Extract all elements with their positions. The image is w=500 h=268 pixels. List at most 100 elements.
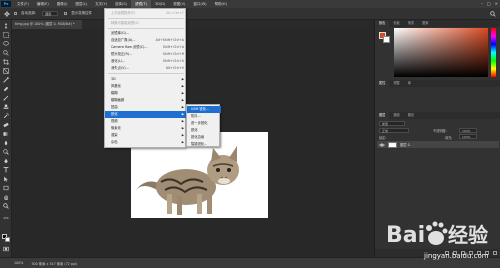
- crop-tool-icon[interactable]: [3, 59, 9, 65]
- tab-gradients[interactable]: 渐变: [404, 20, 418, 27]
- hand-tool-icon[interactable]: [3, 194, 9, 200]
- dodge-tool-icon[interactable]: [3, 149, 9, 155]
- zoom-level[interactable]: 100%: [14, 261, 23, 265]
- menu-item-distort[interactable]: 扭曲 ▶: [105, 104, 187, 111]
- move-tool-icon[interactable]: [3, 23, 9, 29]
- menu-image[interactable]: 图像(I): [53, 0, 72, 8]
- menu-item-adaptive-wide-angle[interactable]: 自适应广角(A)... Alt+Shift+Ctrl+A: [105, 37, 187, 44]
- menu-window[interactable]: 窗口(W): [189, 0, 210, 8]
- layer-select-dropdown[interactable]: 图层: [42, 11, 59, 16]
- minimize-button[interactable]: –: [481, 0, 483, 8]
- search-icon[interactable]: [490, 11, 496, 17]
- blend-mode-dropdown[interactable]: 正常: [379, 128, 409, 133]
- menu-item-shortcut: Alt+Shift+Ctrl+A: [155, 38, 184, 42]
- layer-row[interactable]: 图层 0: [377, 141, 499, 148]
- menu-item-vanishing-point[interactable]: 消失点(V)... Alt+Ctrl+V: [105, 65, 187, 72]
- layer-thumbnail: [388, 141, 397, 148]
- submenu-item-unsharp-mask[interactable]: USM 锐化...: [187, 106, 221, 113]
- menu-select[interactable]: 选择(S): [111, 0, 131, 8]
- blur-tool-icon[interactable]: [3, 140, 9, 146]
- tab-properties[interactable]: 属性: [375, 80, 390, 87]
- menu-item-last-filter[interactable]: 上次滤镜操作(F) Alt+Ctrl+F: [105, 10, 187, 17]
- submenu-item-smart-sharpen[interactable]: 智能锐化...: [187, 141, 221, 148]
- menu-edit[interactable]: 编辑(E): [33, 0, 53, 8]
- menu-item-lens-correction[interactable]: 镜头校正(R)... Shift+Ctrl+R: [105, 51, 187, 58]
- menu-item-blur[interactable]: 模糊 ▶: [105, 90, 187, 97]
- gradient-tool-icon[interactable]: [3, 131, 9, 137]
- menu-item-label: 转换为智能滤镜(S): [111, 21, 139, 25]
- menu-item-label: 消失点(V)...: [111, 66, 129, 70]
- menu-item-convert-smart-filter[interactable]: 转换为智能滤镜(S): [105, 20, 187, 27]
- submenu-arrow-icon: ▶: [181, 77, 184, 81]
- layer-select-value: 图层: [45, 12, 52, 16]
- watermark-url: jingyan.baidu.com: [424, 252, 489, 260]
- tab-adjustments[interactable]: 调整: [389, 80, 403, 87]
- layer-name[interactable]: 图层 0: [400, 142, 410, 147]
- menu-item-video[interactable]: 视频 ▶: [105, 118, 187, 125]
- type-tool-icon[interactable]: [3, 167, 9, 173]
- eraser-tool-icon[interactable]: [3, 122, 9, 128]
- more-tools-icon[interactable]: [3, 215, 9, 221]
- submenu-item-sharpen-edges[interactable]: 锐化边缘: [187, 134, 221, 141]
- brush-tool-icon[interactable]: [3, 95, 9, 101]
- window-controls: – □ ×: [481, 0, 498, 8]
- tab-layers[interactable]: 图层: [375, 112, 390, 119]
- submenu-item-sharpen[interactable]: 锐化: [187, 127, 221, 134]
- eye-icon[interactable]: [379, 142, 385, 148]
- clone-stamp-tool-icon[interactable]: [3, 104, 9, 110]
- marquee-tool-icon[interactable]: [3, 32, 9, 38]
- menu-file[interactable]: 文件(F): [13, 0, 33, 8]
- document-tab[interactable]: timg.jpg @ 100% (图层 0, RGB/8#) *: [12, 20, 82, 29]
- eyedropper-tool-icon[interactable]: [3, 77, 9, 83]
- pen-tool-icon[interactable]: [3, 158, 9, 164]
- rectangle-tool-icon[interactable]: [3, 185, 9, 191]
- layers-panel-tabs: 图层 通道 路径: [375, 112, 500, 119]
- baidu-watermark: Bai 经验 jingyan.baidu.com: [384, 212, 500, 268]
- color-panel-background-swatch[interactable]: [383, 36, 390, 43]
- menu-item-noise[interactable]: 杂色 ▶: [105, 139, 187, 146]
- tab-swatches[interactable]: 色板: [389, 20, 403, 27]
- quick-mask-icon[interactable]: [3, 246, 9, 252]
- frame-tool-icon[interactable]: [3, 68, 9, 74]
- opacity-input[interactable]: 100%: [459, 128, 477, 133]
- menu-item-camera-raw[interactable]: Camera Raw 滤镜(C)... Shift+Ctrl+A: [105, 44, 187, 51]
- tab-paths[interactable]: 路径: [404, 112, 418, 119]
- move-tool-icon[interactable]: [4, 10, 10, 17]
- menu-item-blur-gallery[interactable]: 模糊画廊 ▶: [105, 97, 187, 104]
- submenu-item-sharpen-more[interactable]: 进一步锐化: [187, 120, 221, 127]
- zoom-tool-icon[interactable]: [3, 203, 9, 209]
- color-picker-field[interactable]: [394, 28, 488, 77]
- menu-item-stylize[interactable]: 风格化 ▶: [105, 83, 187, 90]
- menu-item-pixelate[interactable]: 像素化 ▶: [105, 125, 187, 132]
- layer-kind-filter[interactable]: 类型: [379, 121, 405, 126]
- tab-patterns[interactable]: 图案: [418, 20, 432, 27]
- submenu-arrow-icon: ▶: [181, 105, 184, 109]
- menu-layer[interactable]: 图层(L): [71, 0, 91, 8]
- healing-brush-tool-icon[interactable]: [3, 86, 9, 92]
- close-button[interactable]: ×: [495, 0, 498, 8]
- menu-type[interactable]: 文字(Y): [91, 0, 111, 8]
- background-color-swatch[interactable]: [5, 237, 10, 242]
- menu-help[interactable]: 帮助(H): [211, 0, 231, 8]
- menu-separator: [108, 73, 184, 74]
- history-brush-tool-icon[interactable]: [3, 113, 9, 119]
- tab-libraries[interactable]: 库: [404, 80, 415, 87]
- menu-filter[interactable]: 滤镜(T): [130, 0, 151, 8]
- menu-item-render[interactable]: 渲染 ▶: [105, 132, 187, 139]
- tab-channels[interactable]: 通道: [389, 112, 403, 119]
- lasso-tool-icon[interactable]: [3, 41, 9, 47]
- maximize-button[interactable]: □: [487, 0, 491, 8]
- menu-item-sharpen[interactable]: 锐化 ▶: [105, 111, 187, 118]
- tab-color[interactable]: 颜色: [375, 20, 390, 27]
- quick-select-tool-icon[interactable]: [3, 50, 9, 56]
- submenu-item-shake-reduction[interactable]: 防抖...: [187, 113, 221, 120]
- menu-item-liquify[interactable]: 液化(L)... Shift+Ctrl+X: [105, 58, 187, 65]
- menu-item-3d[interactable]: 3D ▶: [105, 76, 187, 83]
- menu-item-filter-gallery[interactable]: 滤镜库(G)...: [105, 30, 187, 37]
- hue-slider[interactable]: [491, 28, 496, 77]
- fill-input[interactable]: 100%: [459, 134, 477, 139]
- path-select-tool-icon[interactable]: [3, 176, 9, 182]
- blend-mode-value: 正常: [382, 129, 389, 133]
- menu-3d[interactable]: 3D(D): [151, 0, 169, 8]
- menu-view[interactable]: 视图(V): [169, 0, 189, 8]
